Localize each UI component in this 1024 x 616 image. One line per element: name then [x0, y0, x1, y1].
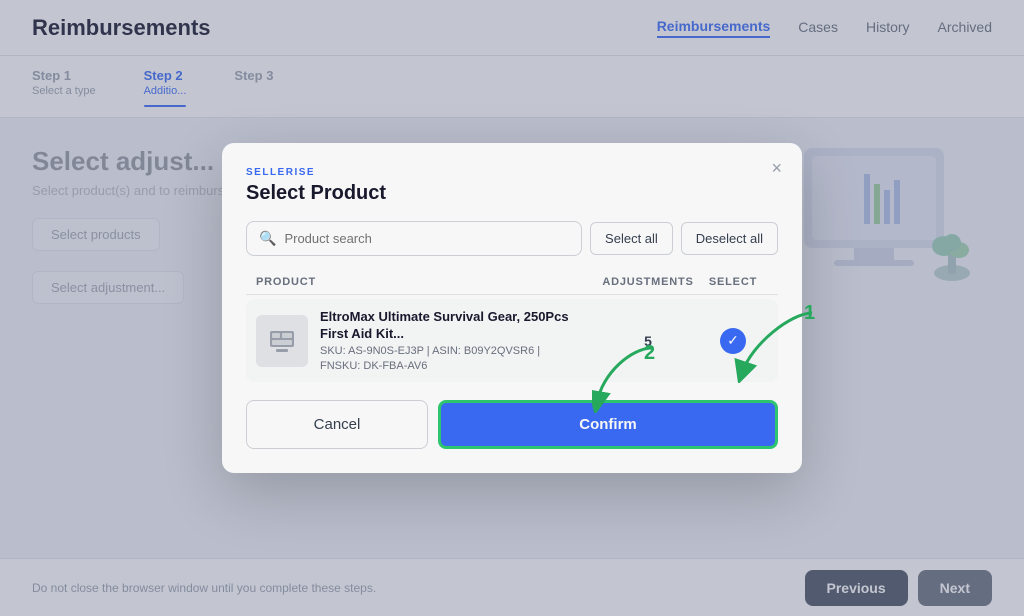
deselect-all-button[interactable]: Deselect all — [681, 222, 778, 255]
confirm-button[interactable]: Confirm — [438, 400, 778, 449]
search-row: 🔍 Select all Deselect all — [246, 221, 778, 256]
product-adjustments: 5 — [598, 333, 698, 349]
table-header: PRODUCT ADJUSTMENTS SELECT — [246, 270, 778, 295]
modal-title: Select Product — [246, 182, 778, 205]
modal-footer: Cancel Confirm — [246, 400, 778, 449]
product-name: EltroMax Ultimate Survival Gear, 250Pcs … — [320, 309, 598, 343]
modal-brand: SELLERISE — [246, 167, 778, 178]
background-page: Reimbursements Reimbursements Cases Hist… — [0, 0, 1024, 616]
col-adjustments-header: ADJUSTMENTS — [598, 276, 698, 288]
product-row[interactable]: EltroMax Ultimate Survival Gear, 250Pcs … — [246, 299, 778, 383]
search-icon: 🔍 — [259, 230, 276, 247]
select-product-modal: SELLERISE Select Product × 🔍 Select all … — [222, 143, 802, 474]
product-image — [256, 315, 308, 367]
product-sku: SKU: AS-9N0S-EJ3P | ASIN: B09Y2QVSR6 | — [320, 345, 598, 357]
product-info: EltroMax Ultimate Survival Gear, 250Pcs … — [320, 309, 598, 373]
col-select-header: SELECT — [698, 276, 768, 288]
svg-text:1: 1 — [804, 303, 815, 324]
cancel-button[interactable]: Cancel — [246, 400, 428, 449]
check-icon: ✓ — [720, 328, 746, 354]
close-button[interactable]: × — [771, 159, 782, 177]
col-product-header: PRODUCT — [256, 276, 598, 288]
modal-overlay: SELLERISE Select Product × 🔍 Select all … — [0, 0, 1024, 616]
search-box: 🔍 — [246, 221, 582, 256]
product-select-toggle[interactable]: ✓ — [698, 328, 768, 354]
search-input[interactable] — [284, 231, 569, 246]
product-fnsku: FNSKU: DK-FBA-AV6 — [320, 360, 598, 372]
select-all-button[interactable]: Select all — [590, 222, 673, 255]
